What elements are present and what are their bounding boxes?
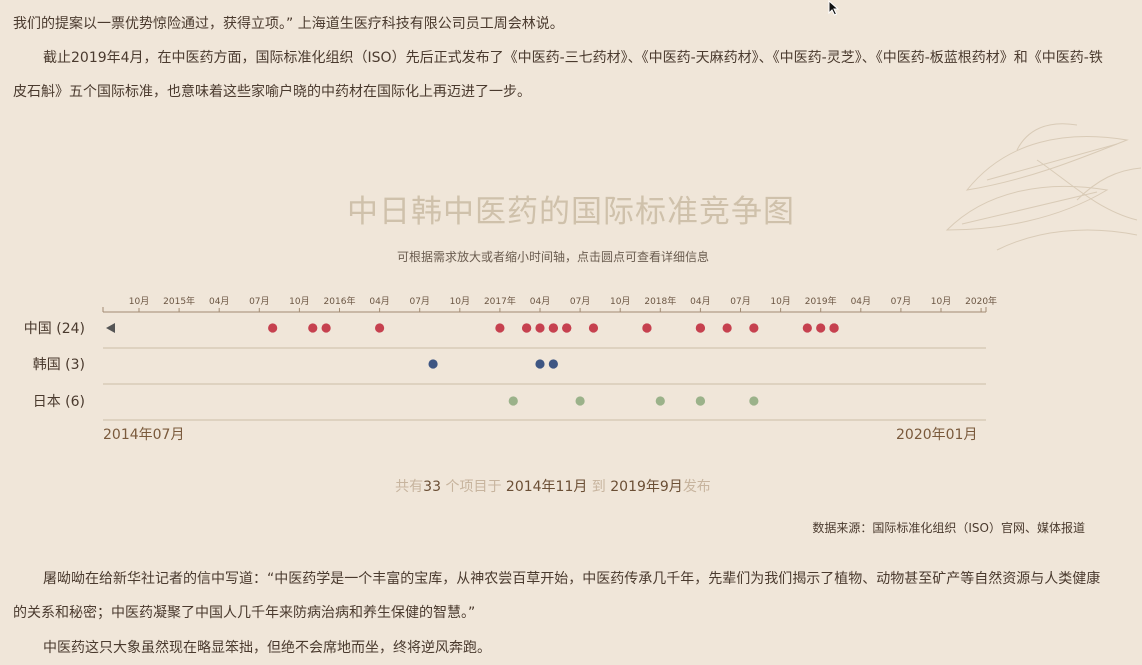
axis-tick-label: 04月 [369, 296, 389, 307]
axis-tick-label: 2016年 [324, 295, 356, 307]
data-point[interactable] [375, 323, 385, 333]
data-point[interactable] [642, 323, 652, 333]
data-source: 数据来源：国际标准化组织（ISO）官网、媒体报道 [812, 521, 1085, 535]
data-point[interactable] [428, 359, 438, 369]
axis-tick-label: 04月 [209, 296, 229, 307]
chart-title: 中日韩中医药的国际标准竞争图 [347, 194, 795, 230]
data-point[interactable] [562, 323, 572, 333]
mouse-cursor-icon [828, 0, 840, 16]
data-point[interactable] [522, 323, 532, 333]
axis-tick-label: 10月 [610, 296, 630, 307]
data-point[interactable] [508, 396, 518, 406]
series-label: 韩国 (3) [33, 357, 85, 373]
axis-tick-label: 07月 [891, 296, 911, 307]
data-point[interactable] [816, 323, 826, 333]
closing-paragraph: 中医药这只大象虽然现在略显笨拙，但绝不会席地而坐，终将逆风奔跑。 [43, 640, 491, 656]
summary-text: 共有33 个项目于 2014年11月 到 2019年9月发布 [0, 476, 1106, 496]
axis-tick-label: 07月 [730, 296, 750, 307]
data-point[interactable] [535, 323, 545, 333]
data-point[interactable] [308, 323, 318, 333]
axis-tick-label: 2018年 [644, 295, 676, 307]
chart-subtitle: 可根据需求放大或者缩小时间轴，点击圆点可查看详细信息 [396, 250, 709, 264]
summary-mid2: 到 [587, 479, 611, 495]
axis-tick-label: 07月 [249, 296, 269, 307]
summary-end: 2019年9月 [610, 479, 683, 495]
data-point[interactable] [829, 323, 839, 333]
axis-tick-label: 2019年 [805, 295, 837, 307]
data-point[interactable] [802, 323, 812, 333]
range-end-label: 2020年01月 [896, 427, 978, 443]
axis-tick-label: 04月 [851, 296, 871, 307]
intro-paragraph: 我们的提案以一票优势惊险通过，获得立项。” 上海道生医疗科技有限公司员工周会林说… [13, 16, 564, 32]
iso-standards-paragraph: 截止2019年4月，在中医药方面，国际标准化组织（ISO）先后正式发布了《中医药… [13, 50, 1103, 100]
tu-youyou-quote-paragraph: 屠呦呦在给新华社记者的信中写道：“中医药学是一个丰富的宝库，从神农尝百草开始，中… [13, 571, 1101, 621]
data-point[interactable] [268, 323, 278, 333]
axis-tick-label: 10月 [770, 296, 790, 307]
axis-tick-label: 10月 [289, 296, 309, 307]
data-point[interactable] [535, 359, 545, 369]
data-point[interactable] [655, 396, 665, 406]
axis-tick-label: 07月 [409, 296, 429, 307]
series-label: 中国 (24) [24, 321, 85, 337]
data-point[interactable] [588, 323, 599, 333]
axis-tick-label: 04月 [690, 296, 710, 307]
axis-tick-label: 2017年 [484, 295, 516, 307]
summary-prefix: 共有 [395, 479, 424, 495]
scroll-left-icon[interactable] [106, 323, 115, 333]
data-point[interactable] [695, 323, 706, 333]
summary-mid1: 个项目于 [441, 479, 506, 495]
data-point[interactable] [321, 323, 331, 333]
data-point[interactable] [548, 323, 558, 333]
data-point[interactable] [575, 396, 585, 406]
data-point[interactable] [495, 323, 505, 333]
data-point[interactable] [548, 359, 558, 369]
data-point[interactable] [749, 396, 759, 406]
axis-tick-label: 10月 [450, 296, 470, 307]
data-point[interactable] [722, 323, 732, 333]
timeline-chart[interactable]: 10月 2015年 04月 07月 10月 2016年 04月 07月 10月 2017年 04月 0… [0, 285, 1142, 425]
axis-tick-label: 2015年 [163, 295, 195, 307]
summary-count: 33 [423, 479, 441, 495]
summary-start: 2014年11月 [505, 479, 588, 495]
summary-suffix: 发布 [682, 479, 711, 495]
range-start-label: 2014年07月 [103, 427, 185, 443]
axis-tick-label: 10月 [931, 296, 951, 307]
data-point[interactable] [749, 323, 759, 333]
series-label: 日本 (6) [33, 394, 85, 410]
axis-tick-label: 2020年 [965, 295, 997, 307]
axis-tick-label: 04月 [530, 296, 550, 307]
axis-tick-label: 10月 [129, 296, 149, 307]
axis-tick-label: 07月 [570, 296, 590, 307]
data-point[interactable] [695, 396, 706, 406]
